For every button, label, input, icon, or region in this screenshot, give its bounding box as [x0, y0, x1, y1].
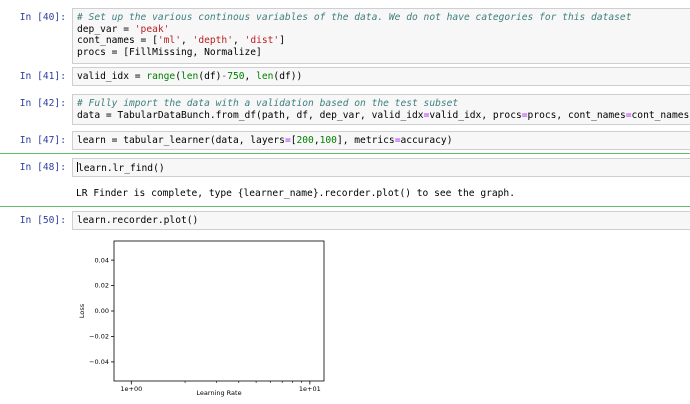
code-line: # Fully import the data with a validatio…	[77, 98, 686, 110]
code-token: procs, cont_names	[527, 109, 626, 121]
y-tick-label: 0.00	[95, 307, 109, 315]
code-token: (df))	[273, 71, 303, 82]
code-token: learn.lr_find()	[78, 163, 165, 174]
code-line: valid_idx = range(len(df)-750, len(df))	[77, 71, 686, 83]
code-token: learn.recorder.plot()	[77, 215, 199, 226]
code-token: ], metrics	[336, 135, 395, 146]
y-tick-label: −0.02	[89, 333, 109, 341]
code-line: data = TabularDataBunch.from_df(path, df…	[77, 109, 690, 122]
y-tick-label: 0.04	[95, 256, 109, 264]
cell-output: LR Finder is complete, type {learner_nam…	[76, 188, 515, 199]
cell-prompt: In [40]:	[19, 12, 66, 23]
cell-prompt: In [42]:	[19, 98, 66, 109]
code-token: valid_idx, procs	[429, 109, 522, 121]
cell-divider	[0, 153, 690, 154]
code-token: 100	[319, 135, 337, 146]
cell-divider	[0, 206, 690, 207]
code-token: 750	[227, 71, 245, 82]
x-tick-label: 1e+01	[299, 385, 321, 393]
code-token: procs = [FillMissing, Normalize]	[77, 46, 262, 58]
code-token: # Fully import the data with a validatio…	[77, 98, 459, 109]
code-token: len	[180, 71, 199, 82]
cell-prompt: In [41]:	[19, 71, 66, 82]
code-token: # Set up the various continous variables…	[77, 12, 632, 23]
code-token: ,	[244, 71, 257, 82]
code-line: procs = [FillMissing, Normalize]	[77, 47, 686, 59]
x-axis-label: Learning Rate	[196, 389, 241, 397]
code-line: dep_var = 'peak'	[77, 24, 686, 36]
code-token: 'peak'	[134, 23, 170, 35]
code-input[interactable]: learn.recorder.plot()	[72, 211, 690, 230]
code-input[interactable]: learn = tabular_learner(data, layers=[20…	[72, 131, 690, 150]
x-tick-label: 1e+00	[120, 385, 142, 393]
lr-finder-plot: 0.04 0.02 0.00 −0.02 −0.04 1e+00 1e+01 Loss L…	[78, 240, 325, 397]
y-tick-label: 0.02	[95, 282, 109, 290]
code-token: accuracy)	[400, 135, 453, 146]
code-token: data = TabularDataBunch.from_df(path, df…	[77, 109, 424, 121]
code-line: # Set up the various continous variables…	[77, 12, 686, 24]
code-token: dep_var =	[77, 23, 135, 35]
code-line: learn = tabular_learner(data, layers=[20…	[77, 135, 686, 147]
code-input[interactable]: # Fully import the data with a validatio…	[72, 94, 690, 125]
code-token: ,	[232, 35, 245, 46]
code-token: learn = tabular_learner(data, layers	[77, 135, 285, 146]
code-line: cont_names = ['ml', 'depth', 'dist']	[77, 35, 686, 47]
code-token: range	[146, 71, 176, 82]
cell-prompt: In [50]:	[19, 215, 66, 226]
code-token: valid_idx =	[77, 71, 147, 82]
code-line: learn.lr_find()	[77, 162, 686, 175]
y-axis-label: Loss	[78, 303, 86, 318]
code-token: cont_names)	[631, 109, 690, 121]
code-input[interactable]: learn.lr_find()	[72, 158, 690, 177]
code-token: 'depth'	[192, 35, 233, 46]
y-tick-label: −0.04	[89, 358, 109, 366]
plot-area	[113, 240, 325, 382]
code-token: ,	[180, 35, 193, 46]
cell-prompt: In [47]:	[19, 135, 66, 146]
code-token: 'ml'	[157, 35, 181, 46]
code-token: ]	[279, 35, 285, 46]
code-input[interactable]: # Set up the various continous variables…	[72, 8, 690, 64]
code-token: 'dist'	[244, 35, 280, 46]
code-token: (df)	[198, 71, 222, 82]
code-token: cont_names = [	[77, 35, 158, 46]
code-line: learn.recorder.plot()	[77, 215, 686, 227]
code-input[interactable]: valid_idx = range(len(df)-750, len(df))	[72, 67, 690, 86]
code-token: 200	[296, 135, 314, 146]
cell-prompt: In [48]:	[19, 162, 66, 173]
code-token: len	[256, 71, 274, 82]
